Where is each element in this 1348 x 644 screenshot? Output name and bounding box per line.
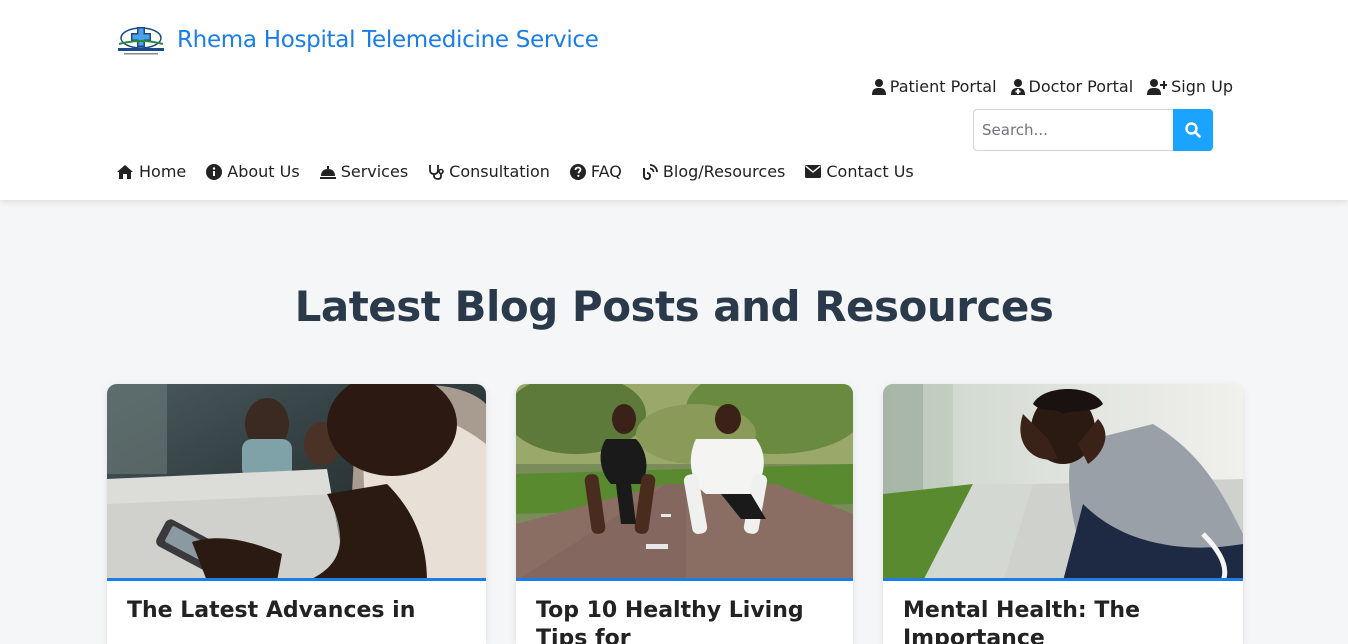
hospital-logo xyxy=(116,24,166,56)
site-header: Rhema Hospital Telemedicine Service Pati… xyxy=(0,0,1348,200)
question-icon xyxy=(569,163,586,180)
blog-card-title[interactable]: Top 10 Healthy Living Tips for xyxy=(516,581,853,644)
portal-links: Patient Portal Doctor Portal Sign Up xyxy=(871,77,1233,96)
nav-about-us[interactable]: About Us xyxy=(206,162,300,181)
nav-faq-label: FAQ xyxy=(590,162,622,181)
search-button[interactable] xyxy=(1173,109,1213,151)
user-plus-icon xyxy=(1147,78,1168,95)
bell-concierge-icon xyxy=(319,165,336,179)
envelope-icon xyxy=(805,165,822,178)
user-icon xyxy=(871,78,886,95)
info-icon xyxy=(206,163,223,180)
section-title: Latest Blog Posts and Resources xyxy=(294,282,1054,331)
sign-up-link[interactable]: Sign Up xyxy=(1147,77,1233,96)
brand[interactable]: Rhema Hospital Telemedicine Service xyxy=(116,24,599,56)
nav-consultation[interactable]: Consultation xyxy=(428,162,550,181)
sign-up-label: Sign Up xyxy=(1171,77,1233,96)
doctor-icon xyxy=(1010,78,1025,95)
home-icon xyxy=(117,164,133,179)
nav-faq[interactable]: FAQ xyxy=(569,162,622,181)
nav-home[interactable]: Home xyxy=(116,162,186,181)
doctor-portal-link[interactable]: Doctor Portal xyxy=(1010,77,1134,96)
search-input[interactable] xyxy=(973,109,1173,151)
doctor-portal-label: Doctor Portal xyxy=(1028,77,1134,96)
stethoscope-icon xyxy=(429,164,444,180)
nav-blog-label: Blog/Resources xyxy=(662,162,786,181)
nav-contact-label: Contact Us xyxy=(826,162,914,181)
nav-consultation-label: Consultation xyxy=(449,162,550,181)
main-nav: Home About Us Services Consultation FAQ … xyxy=(116,162,914,181)
nav-contact-us[interactable]: Contact Us xyxy=(805,162,914,181)
stressed-man-photo[interactable] xyxy=(883,384,1243,581)
couple-doing-pushups-photo[interactable] xyxy=(516,384,853,581)
search-form xyxy=(973,109,1213,151)
nav-home-label: Home xyxy=(139,162,187,181)
blog-card-title[interactable]: Mental Health: The Importance xyxy=(883,581,1243,644)
patient-portal-label: Patient Portal xyxy=(889,77,997,96)
blog-icon xyxy=(642,163,658,180)
nav-blog-resources[interactable]: Blog/Resources xyxy=(642,162,785,181)
blog-card[interactable]: Mental Health: The Importance xyxy=(883,384,1243,644)
search-icon xyxy=(1185,122,1201,138)
blog-card[interactable]: The Latest Advances in xyxy=(107,384,486,644)
blog-card-title[interactable]: The Latest Advances in xyxy=(107,581,486,625)
nav-about-label: About Us xyxy=(227,162,300,181)
brand-title[interactable]: Rhema Hospital Telemedicine Service xyxy=(177,27,599,53)
blog-card[interactable]: Top 10 Healthy Living Tips for xyxy=(516,384,853,644)
patient-portal-link[interactable]: Patient Portal xyxy=(871,77,997,96)
nav-services-label: Services xyxy=(340,162,409,181)
woman-using-phone-photo[interactable] xyxy=(107,384,486,581)
nav-services[interactable]: Services xyxy=(319,162,409,181)
